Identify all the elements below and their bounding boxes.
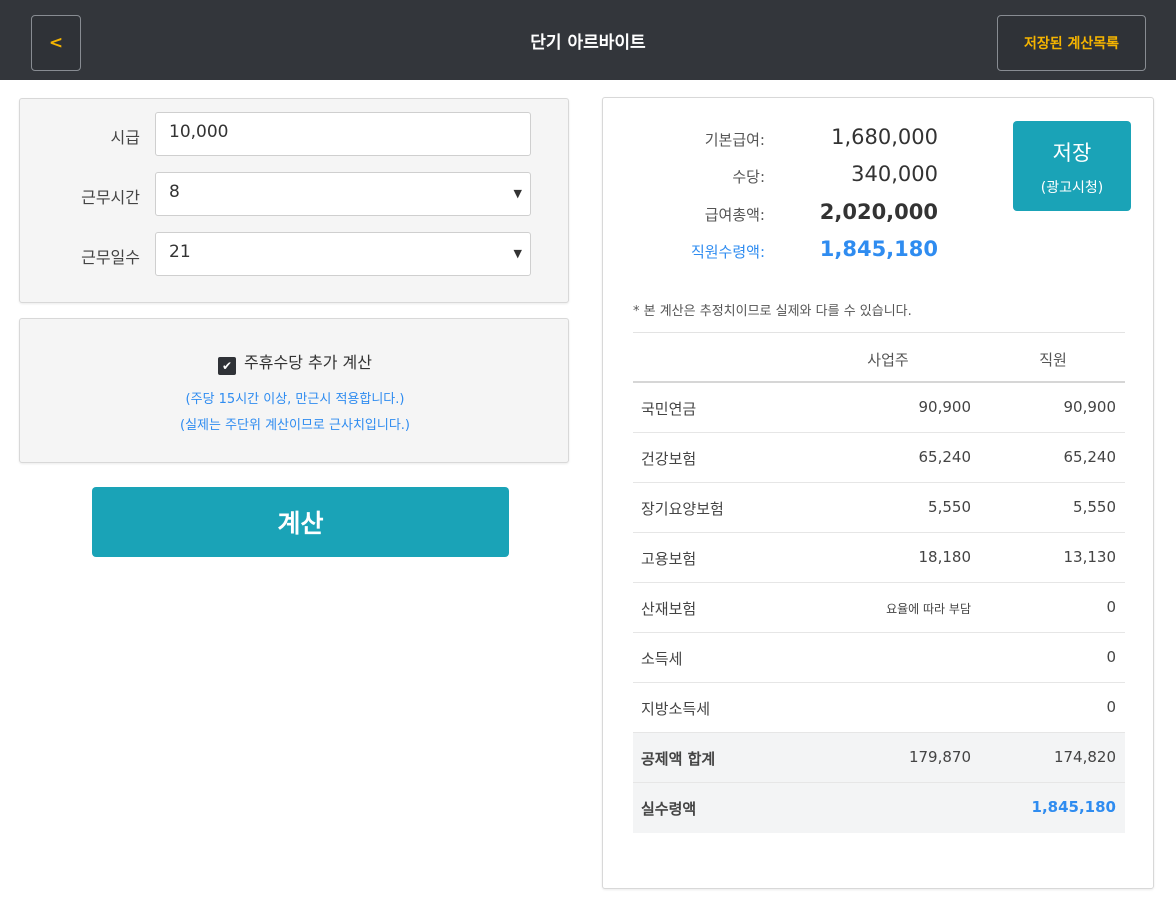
net-pay-line: 직원수령액: 1,845,180 [603, 237, 1003, 263]
page-title: 단기 아르바이트 [530, 33, 646, 53]
base-pay-line: 기본급여: 1,680,000 [603, 125, 1003, 151]
top-bar: < 단기 아르바이트 저장된 계산목록 [0, 0, 1176, 80]
row-worker: 13,130 [1063, 548, 1117, 566]
row-employer: 요율에 따라 부담 [886, 602, 971, 616]
back-chevron-icon: < [48, 33, 64, 53]
wage-label: 시급 [110, 128, 140, 147]
row-employer: 90,900 [918, 398, 972, 416]
calculate-button[interactable]: 계산 [92, 487, 509, 557]
days-row: 근무일수 21 ▼ [20, 232, 570, 276]
save-button[interactable]: 저장 (광고시청) [1013, 121, 1131, 211]
row-worker: 0 [1106, 598, 1116, 616]
days-select-value: 21 [169, 242, 191, 262]
table-row: 지방소득세 0 [633, 683, 1125, 733]
table-row: 고용보험 18,180 13,130 [633, 533, 1125, 583]
row-name: 장기요양보험 [641, 500, 724, 518]
row-name: 고용보험 [641, 550, 697, 568]
row-name: 지방소득세 [641, 700, 711, 718]
allowance-line: 수당: 340,000 [603, 162, 1003, 188]
net-name: 실수령액 [641, 800, 697, 818]
net-pay-label: 직원수령액: [690, 243, 765, 261]
header-employer: 사업주 [867, 351, 909, 369]
holiday-allowance-option[interactable]: ✔ 주휴수당 추가 계산 [20, 349, 570, 375]
input-panel: 시급 10,000 근무시간 8 ▼ 근무일수 21 ▼ [19, 98, 569, 303]
disclaimer-text: * 본 계산은 추정치이므로 실제와 다를 수 있습니다. [633, 304, 912, 319]
table-row: 국민연금 90,900 90,900 [633, 383, 1125, 433]
hours-row: 근무시간 8 ▼ [20, 172, 570, 216]
table-row: 장기요양보험 5,550 5,550 [633, 483, 1125, 533]
allowance-value: 340,000 [851, 162, 938, 186]
row-worker: 5,550 [1073, 498, 1116, 516]
net-amount-row: 실수령액 1,845,180 [633, 783, 1125, 833]
table-row: 산재보험 요율에 따라 부담 0 [633, 583, 1125, 633]
sum-employer: 179,870 [908, 748, 971, 766]
holiday-note-2: (실제는 주단위 계산이므로 근사치입니다.) [180, 418, 410, 433]
deduction-sum-row: 공제액 합계 179,870 174,820 [633, 733, 1125, 783]
dropdown-arrow-icon: ▼ [513, 187, 522, 200]
hours-label: 근무시간 [81, 188, 140, 207]
save-button-label: 저장 [1052, 141, 1092, 165]
base-pay-value: 1,680,000 [831, 125, 938, 149]
net-pay-value: 1,845,180 [819, 237, 938, 261]
total-pay-label: 급여총액: [704, 206, 765, 224]
hours-select-value: 8 [169, 182, 180, 202]
allowance-label: 수당: [732, 168, 765, 186]
days-label: 근무일수 [81, 248, 140, 267]
dropdown-arrow-icon: ▼ [513, 247, 522, 260]
holiday-allowance-label: 주휴수당 추가 계산 [244, 353, 372, 372]
row-employer: 5,550 [928, 498, 971, 516]
row-employer: 18,180 [918, 548, 972, 566]
row-worker: 90,900 [1063, 398, 1117, 416]
checkbox-checked-icon[interactable]: ✔ [218, 357, 237, 375]
holiday-note-1: (주당 15시간 이상, 만근시 적용합니다.) [185, 392, 405, 407]
net-worker: 1,845,180 [1031, 798, 1116, 816]
row-name: 건강보험 [641, 450, 697, 468]
back-button[interactable]: < [31, 15, 81, 71]
days-select[interactable]: 21 ▼ [155, 232, 531, 276]
base-pay-label: 기본급여: [704, 131, 765, 149]
row-name: 국민연금 [641, 400, 697, 418]
total-pay-value: 2,020,000 [819, 200, 938, 224]
table-header: 사업주 직원 [633, 332, 1125, 383]
row-worker: 0 [1106, 648, 1116, 666]
row-name: 산재보험 [641, 600, 697, 618]
sum-worker: 174,820 [1053, 748, 1116, 766]
result-panel: 기본급여: 1,680,000 수당: 340,000 급여총액: 2,020,… [602, 97, 1154, 889]
table-row: 건강보험 65,240 65,240 [633, 433, 1125, 483]
row-name: 소득세 [641, 650, 683, 668]
wage-input-value: 10,000 [169, 122, 229, 142]
wage-row: 시급 10,000 [20, 112, 570, 156]
sum-name: 공제액 합계 [641, 750, 716, 768]
save-button-sublabel: (광고시청) [1040, 180, 1104, 196]
table-row: 소득세 0 [633, 633, 1125, 683]
wage-input[interactable]: 10,000 [155, 112, 531, 156]
row-worker: 65,240 [1063, 448, 1117, 466]
hours-select[interactable]: 8 ▼ [155, 172, 531, 216]
row-employer: 65,240 [918, 448, 972, 466]
total-pay-line: 급여총액: 2,020,000 [603, 200, 1003, 226]
holiday-allowance-panel: ✔ 주휴수당 추가 계산 (주당 15시간 이상, 만근시 적용합니다.) (실제… [19, 318, 569, 463]
header-worker: 직원 [1039, 351, 1067, 369]
saved-list-button[interactable]: 저장된 계산목록 [997, 15, 1146, 71]
row-worker: 0 [1106, 698, 1116, 716]
